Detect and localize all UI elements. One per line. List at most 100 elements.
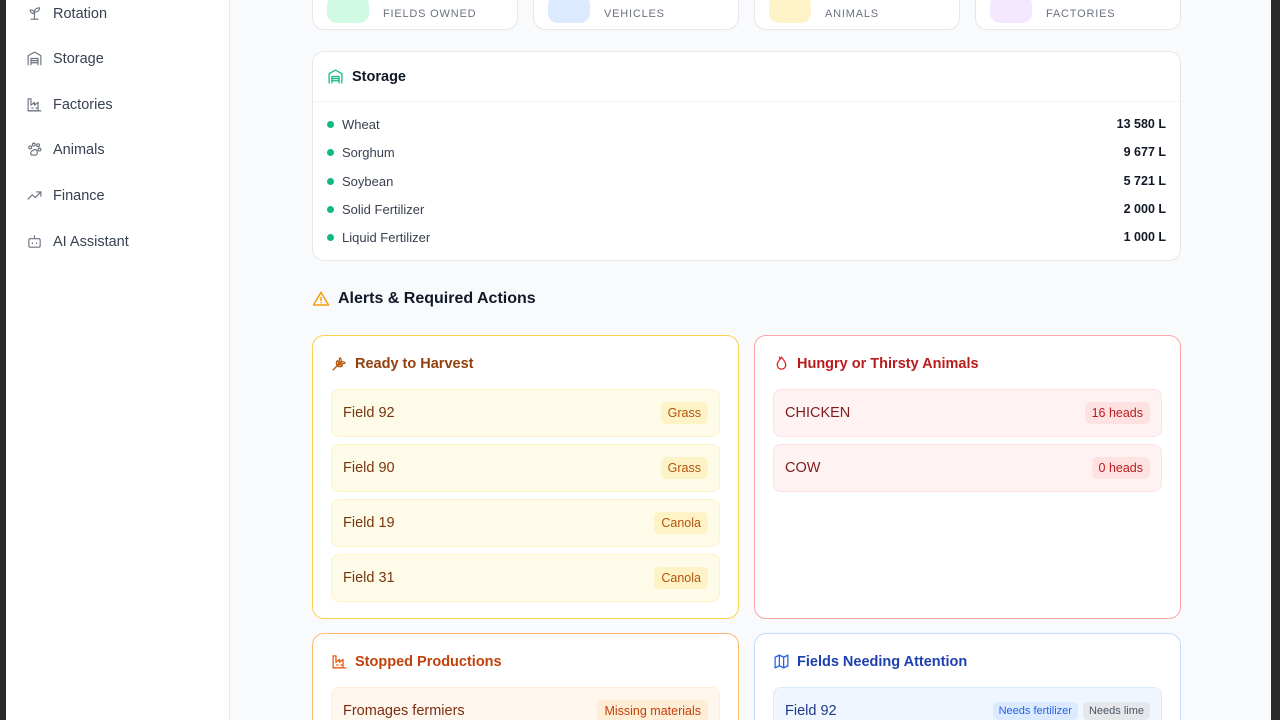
storage-item-value: 13 580 L [1116, 117, 1166, 131]
warehouse-icon [328, 69, 343, 84]
harvest-item[interactable]: Field 90 Grass [331, 444, 720, 492]
ready-to-harvest-header: Ready to Harvest [331, 355, 473, 372]
storage-item-name: Soybean [342, 173, 394, 189]
heads-badge: 0 heads [1091, 457, 1150, 479]
sidebar-item-animals[interactable]: Animals [26, 141, 105, 158]
storage-item-value: 1 000 L [1123, 230, 1166, 244]
status-dot [327, 205, 334, 213]
paw-icon [769, 0, 811, 23]
production-name: Fromages fermiers [343, 703, 465, 719]
fields-attention-header: Fields Needing Attention [773, 653, 967, 670]
stat-label: VEHICLES [604, 8, 665, 20]
stat-label: FACTORIES [1046, 8, 1116, 20]
factory-icon [27, 98, 42, 112]
storage-item-name: Wheat [342, 116, 380, 132]
storage-item-name: Solid Fertilizer [342, 201, 425, 217]
storage-item-value: 5 721 L [1123, 174, 1166, 188]
stat-card-fields[interactable]: FIELDS OWNED [312, 0, 518, 30]
sidebar-item-label: Storage [53, 50, 104, 67]
storage-row: Liquid Fertilizer 1 000 L [327, 227, 1166, 247]
sidebar: Rotation Storage Factories Animals Finan… [6, 0, 230, 720]
animal-item[interactable]: COW 0 heads [773, 444, 1162, 492]
paw-icon [28, 142, 42, 156]
field-name: Field 92 [785, 703, 837, 719]
field-name: Field 90 [343, 460, 395, 476]
crop-badge: Canola [654, 512, 708, 534]
status-dot [327, 120, 334, 128]
storage-card: Storage Wheat 13 580 L Sorghum 9 677 L S… [312, 51, 1181, 261]
storage-row: Solid Fertilizer 2 000 L [327, 199, 1166, 219]
needs-lime-badge: Needs lime [1082, 702, 1150, 720]
hungry-animals-header: Hungry or Thirsty Animals [773, 355, 979, 372]
storage-row: Sorghum 9 677 L [327, 142, 1166, 162]
stat-label: FIELDS OWNED [383, 8, 477, 20]
warehouse-icon [27, 51, 42, 66]
stopped-productions-header: Stopped Productions [331, 653, 502, 670]
status-dot [327, 177, 334, 185]
ready-to-harvest-card: Ready to Harvest Field 92 Grass Field 90… [312, 335, 739, 619]
storage-title: Storage [352, 68, 406, 85]
field-attention-item[interactable]: Field 92 Needs fertilizer Needs lime [773, 687, 1162, 720]
stat-label: ANIMALS [825, 8, 879, 20]
factory-icon [332, 655, 347, 669]
harvest-item[interactable]: Field 19 Canola [331, 499, 720, 547]
main-content: FIELDS OWNED VEHICLES ANIMALS FACTORIES … [230, 0, 1271, 720]
map-icon [774, 654, 789, 669]
wheat-icon [332, 357, 346, 371]
production-item[interactable]: Fromages fermiers Missing materials [331, 687, 720, 720]
animal-name: COW [785, 460, 821, 476]
droplet-icon [776, 356, 787, 370]
alerts-heading: Alerts & Required Actions [312, 290, 536, 308]
animal-name: CHICKEN [785, 405, 851, 421]
card-title: Hungry or Thirsty Animals [797, 355, 979, 372]
warning-icon [312, 291, 330, 306]
storage-row: Wheat 13 580 L [327, 114, 1166, 134]
stopped-productions-card: Stopped Productions Fromages fermiers Mi… [312, 633, 739, 720]
sidebar-item-storage[interactable]: Storage [26, 50, 104, 67]
window-frame-right [1271, 0, 1280, 720]
storage-item-name: Sorghum [342, 144, 395, 160]
sprout-icon [29, 7, 41, 20]
card-title: Ready to Harvest [355, 355, 474, 372]
heads-badge: 16 heads [1084, 402, 1150, 424]
crop-badge: Canola [654, 567, 708, 589]
animal-item[interactable]: CHICKEN 16 heads [773, 389, 1162, 437]
sidebar-item-rotation[interactable]: Rotation [26, 5, 107, 22]
storage-item-value: 9 677 L [1123, 145, 1166, 159]
map-icon [327, 0, 369, 23]
field-name: Field 19 [343, 515, 395, 531]
status-badge: Missing materials [597, 700, 708, 720]
bot-icon [28, 235, 41, 248]
field-name: Field 31 [343, 570, 395, 586]
sidebar-item-label: AI Assistant [53, 233, 129, 250]
card-title: Stopped Productions [355, 653, 502, 670]
storage-card-header: Storage [313, 52, 1180, 102]
status-dot [327, 148, 334, 156]
sidebar-item-ai-assistant[interactable]: AI Assistant [26, 233, 129, 250]
harvest-item[interactable]: Field 92 Grass [331, 389, 720, 437]
trending-up-icon [27, 191, 42, 200]
sidebar-item-label: Rotation [53, 5, 108, 22]
sidebar-item-label: Animals [53, 141, 105, 158]
storage-item-name: Liquid Fertilizer [342, 229, 431, 245]
alerts-title: Alerts & Required Actions [338, 290, 536, 307]
storage-item-value: 2 000 L [1123, 202, 1166, 216]
card-title: Fields Needing Attention [797, 653, 968, 670]
sidebar-item-label: Finance [53, 187, 105, 204]
crop-badge: Grass [660, 457, 708, 479]
fields-attention-card: Fields Needing Attention Field 92 Needs … [754, 633, 1181, 720]
harvest-item[interactable]: Field 31 Canola [331, 554, 720, 602]
field-name: Field 92 [343, 405, 395, 421]
sidebar-item-finance[interactable]: Finance [26, 187, 105, 204]
stat-card-animals[interactable]: ANIMALS [754, 0, 960, 30]
stat-card-factories[interactable]: FACTORIES [975, 0, 1181, 30]
sidebar-item-factories[interactable]: Factories [26, 96, 113, 113]
status-dot [327, 233, 334, 241]
tractor-icon [548, 0, 590, 23]
needs-fertilizer-badge: Needs fertilizer [992, 702, 1078, 720]
stat-card-vehicles[interactable]: VEHICLES [533, 0, 739, 30]
sidebar-item-label: Factories [53, 96, 113, 113]
hungry-animals-card: Hungry or Thirsty Animals CHICKEN 16 hea… [754, 335, 1181, 619]
crop-badge: Grass [660, 402, 708, 424]
storage-row: Soybean 5 721 L [327, 171, 1166, 191]
